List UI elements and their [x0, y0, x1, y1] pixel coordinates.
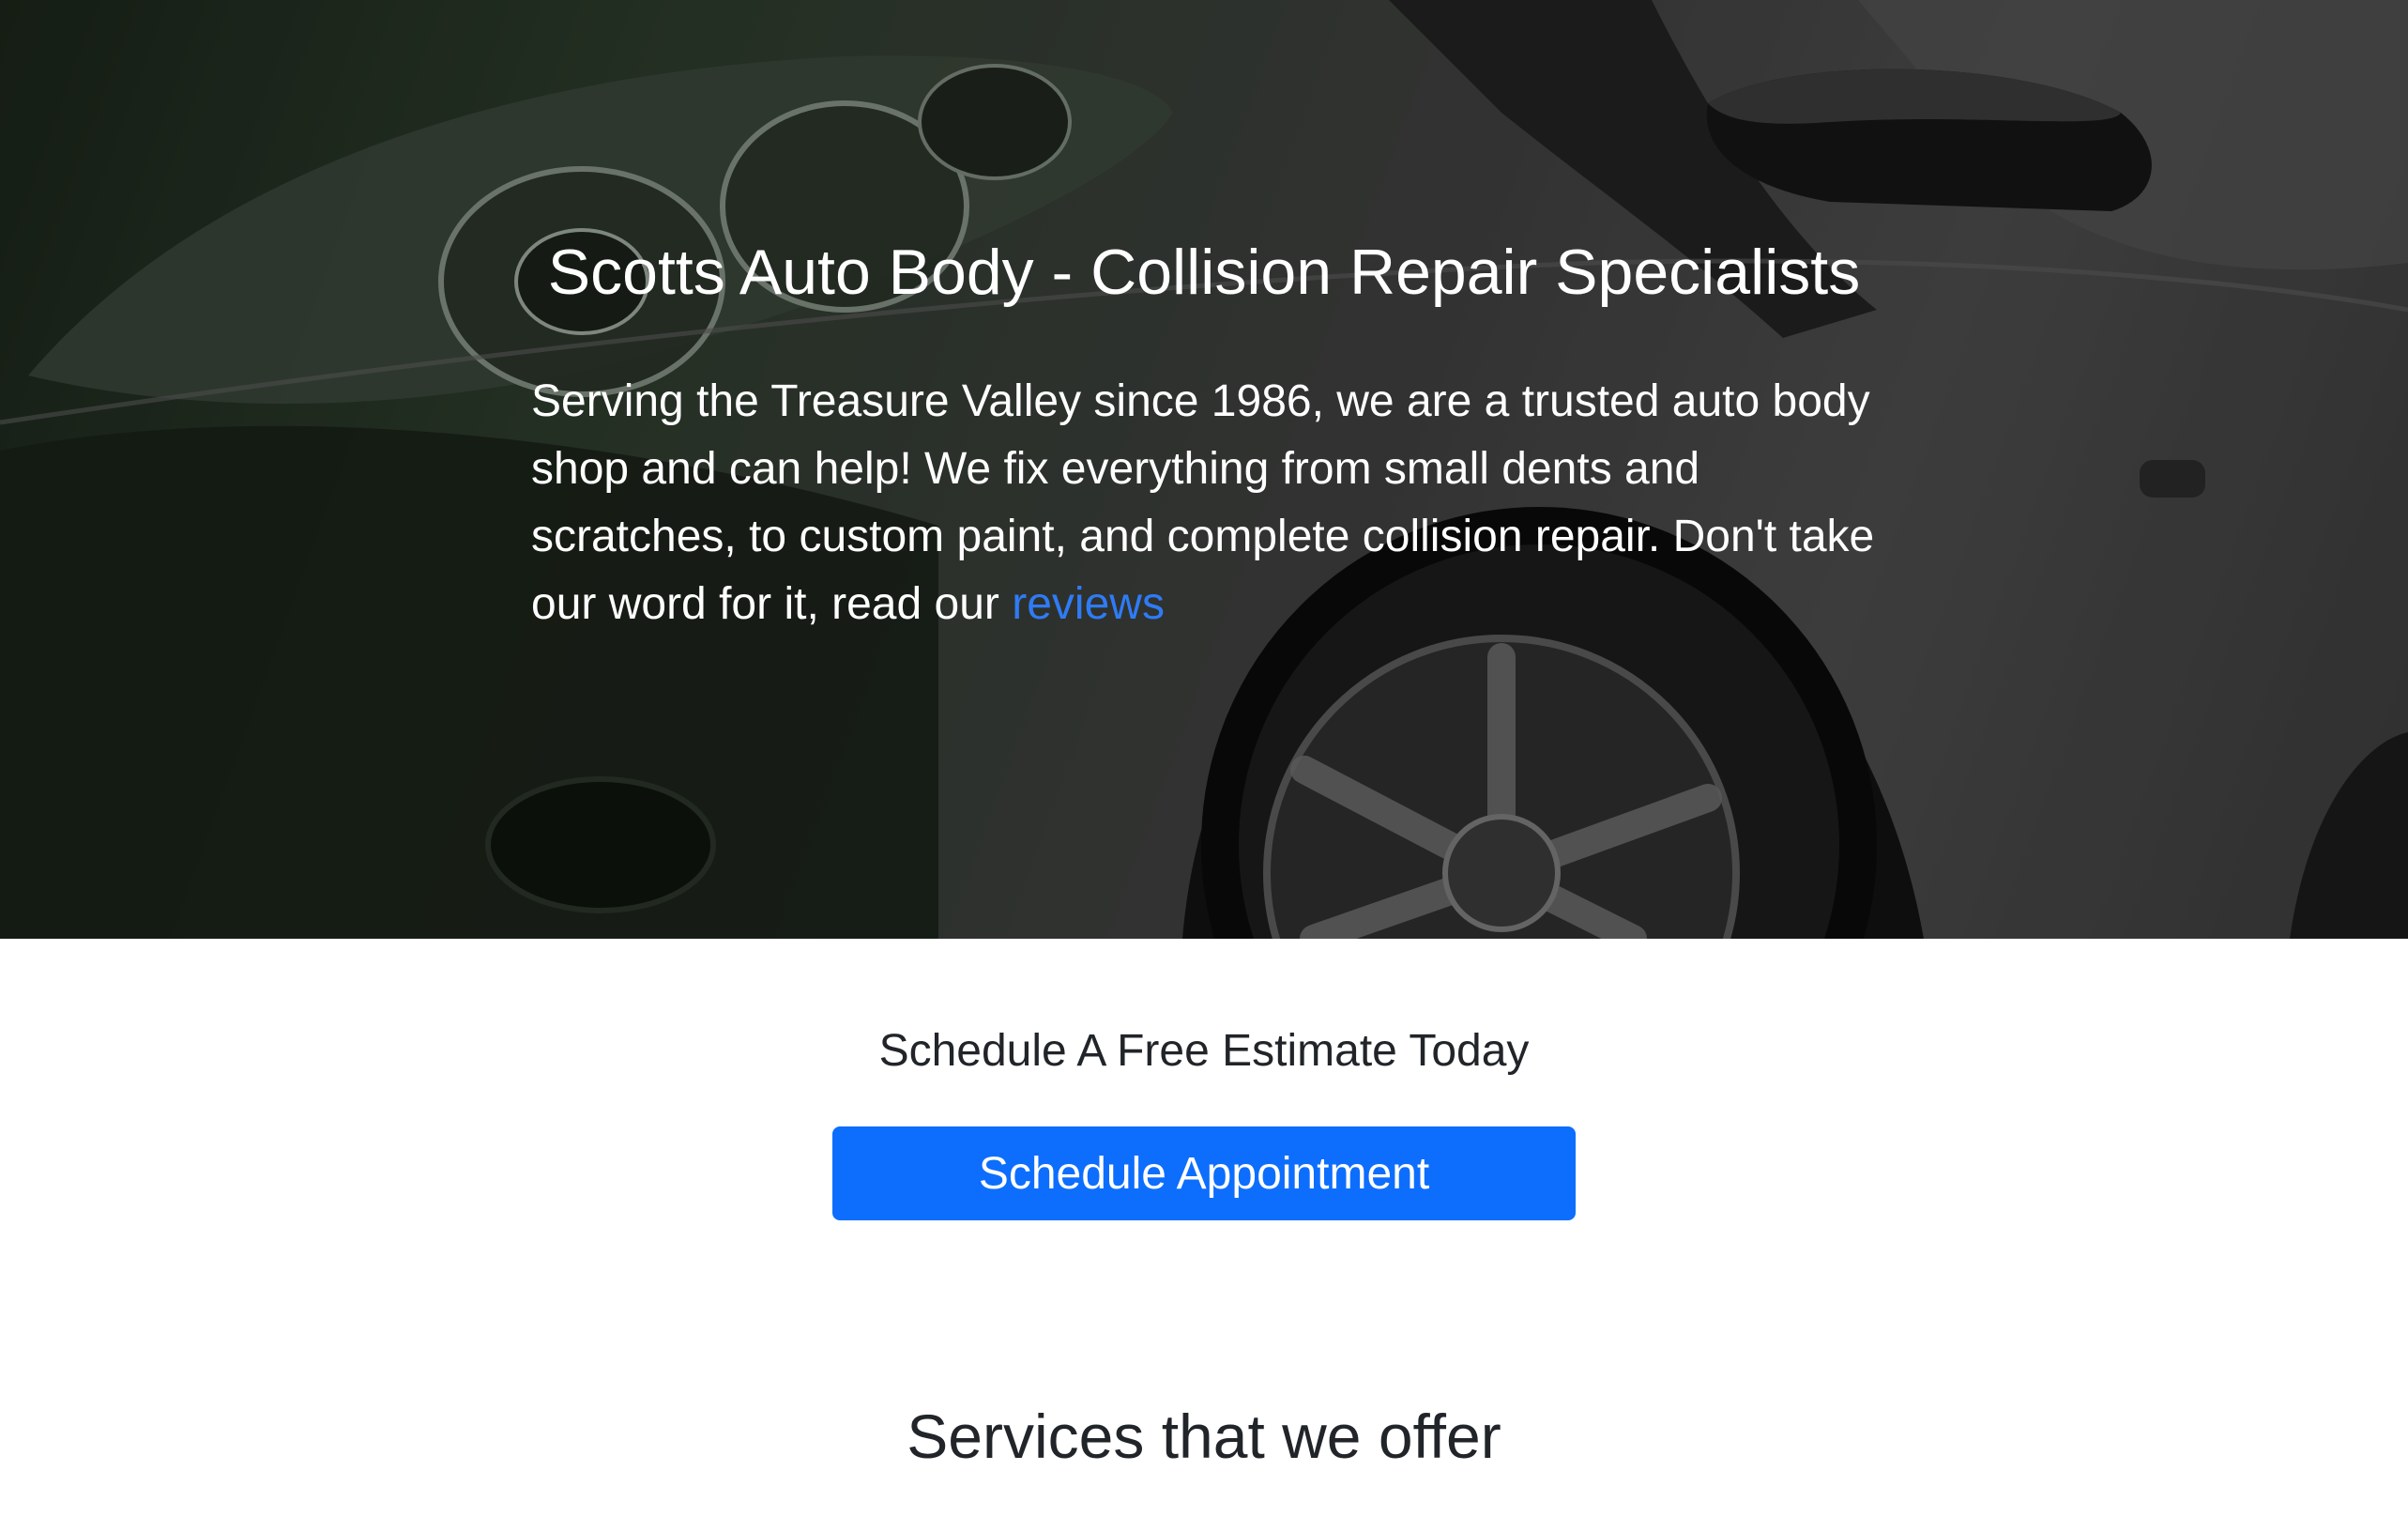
hero-section: Scotts Auto Body - Collision Repair Spec… — [0, 0, 2408, 939]
schedule-section: Schedule A Free Estimate Today Schedule … — [0, 939, 2408, 1220]
services-heading: Services that we offer — [907, 1402, 1501, 1471]
hero-description-text: Serving the Treasure Valley since 1986, … — [531, 375, 1875, 629]
page-title: Scotts Auto Body - Collision Repair Spec… — [547, 237, 1861, 308]
schedule-appointment-button[interactable]: Schedule Appointment — [832, 1126, 1576, 1220]
hero-content: Scotts Auto Body - Collision Repair Spec… — [531, 235, 1877, 638]
reviews-link[interactable]: reviews — [1012, 579, 1165, 629]
schedule-heading: Schedule A Free Estimate Today — [878, 1026, 1530, 1076]
hero-description: Serving the Treasure Valley since 1986, … — [531, 368, 1877, 638]
